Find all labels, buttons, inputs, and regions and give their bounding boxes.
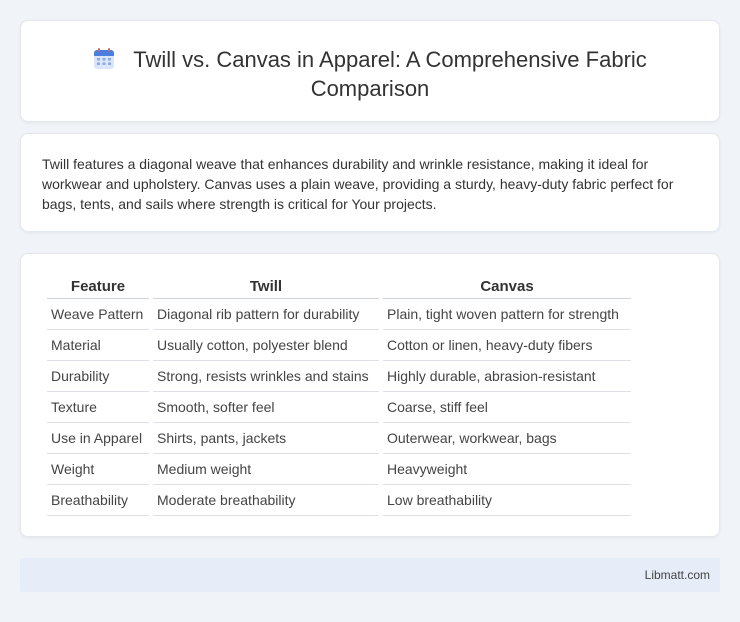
summary-card: Twill features a diagonal weave that enh… — [20, 133, 720, 232]
footer-bar: Libmatt.com — [20, 558, 720, 592]
title-card: Twill vs. Canvas in Apparel: A Comprehen… — [20, 20, 720, 122]
comparison-card: Feature Twill Canvas Weave Pattern Diago… — [20, 253, 720, 537]
twill-cell: Diagonal rib pattern for durability — [153, 299, 379, 330]
canvas-cell: Plain, tight woven pattern for strength — [383, 299, 631, 330]
page-title-wrap: Twill vs. Canvas in Apparel: A Comprehen… — [21, 45, 719, 103]
twill-cell: Smooth, softer feel — [153, 392, 379, 423]
feature-cell: Material — [47, 330, 149, 361]
feature-cell: Use in Apparel — [47, 423, 149, 454]
twill-cell: Medium weight — [153, 454, 379, 485]
page-title: Twill vs. Canvas in Apparel: A Comprehen… — [133, 47, 647, 101]
canvas-cell: Cotton or linen, heavy-duty fibers — [383, 330, 631, 361]
feature-cell: Weave Pattern — [47, 299, 149, 330]
header-feature: Feature — [47, 275, 149, 299]
table-row: Use in Apparel Shirts, pants, jackets Ou… — [47, 423, 631, 454]
comparison-table: Feature Twill Canvas Weave Pattern Diago… — [43, 275, 635, 516]
canvas-cell: Coarse, stiff feel — [383, 392, 631, 423]
twill-cell: Moderate breathability — [153, 485, 379, 516]
twill-cell: Usually cotton, polyester blend — [153, 330, 379, 361]
twill-cell: Shirts, pants, jackets — [153, 423, 379, 454]
canvas-cell: Low breathability — [383, 485, 631, 516]
summary-text: Twill features a diagonal weave that enh… — [42, 156, 674, 212]
footer-site-link[interactable]: Libmatt.com — [645, 568, 710, 582]
calendar-icon — [94, 48, 115, 69]
table-row: Material Usually cotton, polyester blend… — [47, 330, 631, 361]
canvas-cell: Heavyweight — [383, 454, 631, 485]
table-row: Durability Strong, resists wrinkles and … — [47, 361, 631, 392]
canvas-cell: Highly durable, abrasion-resistant — [383, 361, 631, 392]
table-row: Breathability Moderate breathability Low… — [47, 485, 631, 516]
feature-cell: Breathability — [47, 485, 149, 516]
feature-cell: Weight — [47, 454, 149, 485]
twill-cell: Strong, resists wrinkles and stains — [153, 361, 379, 392]
canvas-cell: Outerwear, workwear, bags — [383, 423, 631, 454]
table-row: Weave Pattern Diagonal rib pattern for d… — [47, 299, 631, 330]
feature-cell: Texture — [47, 392, 149, 423]
header-canvas: Canvas — [383, 275, 631, 299]
table-row: Weight Medium weight Heavyweight — [47, 454, 631, 485]
header-twill: Twill — [153, 275, 379, 299]
feature-cell: Durability — [47, 361, 149, 392]
table-header-row: Feature Twill Canvas — [47, 275, 631, 299]
table-row: Texture Smooth, softer feel Coarse, stif… — [47, 392, 631, 423]
